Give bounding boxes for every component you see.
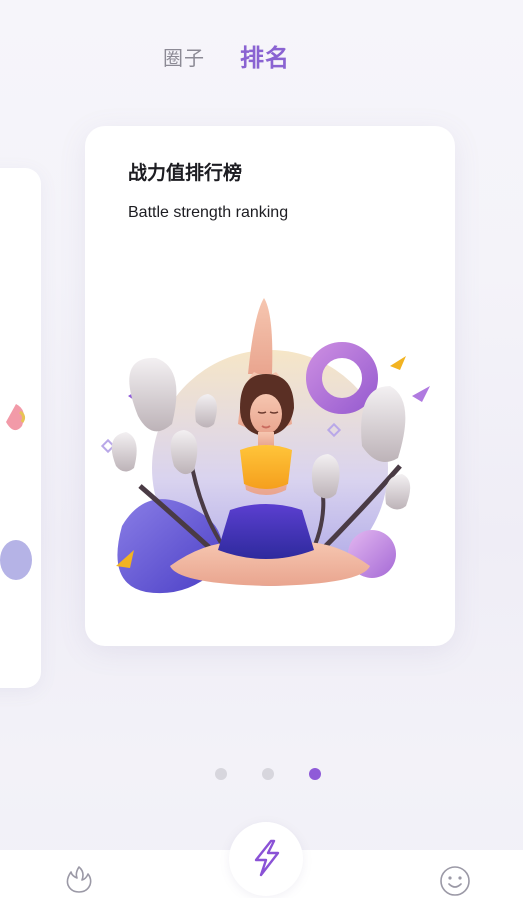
page-dot-3[interactable]: [309, 768, 321, 780]
top-tabs: 圈子 排名: [0, 38, 523, 78]
page-dot-1[interactable]: [215, 768, 227, 780]
card-title: 战力值排行榜: [128, 162, 243, 184]
pagination-dots: [215, 768, 325, 782]
previous-card[interactable]: [0, 168, 41, 688]
smile-icon[interactable]: [438, 864, 472, 898]
lightning-icon: [254, 839, 280, 877]
fire-icon[interactable]: [62, 862, 96, 896]
previous-card-illustration: [0, 404, 32, 580]
card-subtitle: Battle strength ranking: [128, 204, 289, 221]
page-dot-2[interactable]: [262, 768, 274, 780]
center-action-button[interactable]: [229, 822, 303, 896]
screen: 圈子 排名 战力值排行榜 Battle strength ranking: [0, 0, 523, 898]
yoga-meditation-illustration: [100, 298, 430, 594]
tab-ranking[interactable]: 排名: [240, 38, 290, 73]
tab-circle[interactable]: 圈子: [163, 42, 205, 71]
ranking-card[interactable]: 战力值排行榜 Battle strength ranking: [85, 126, 455, 646]
